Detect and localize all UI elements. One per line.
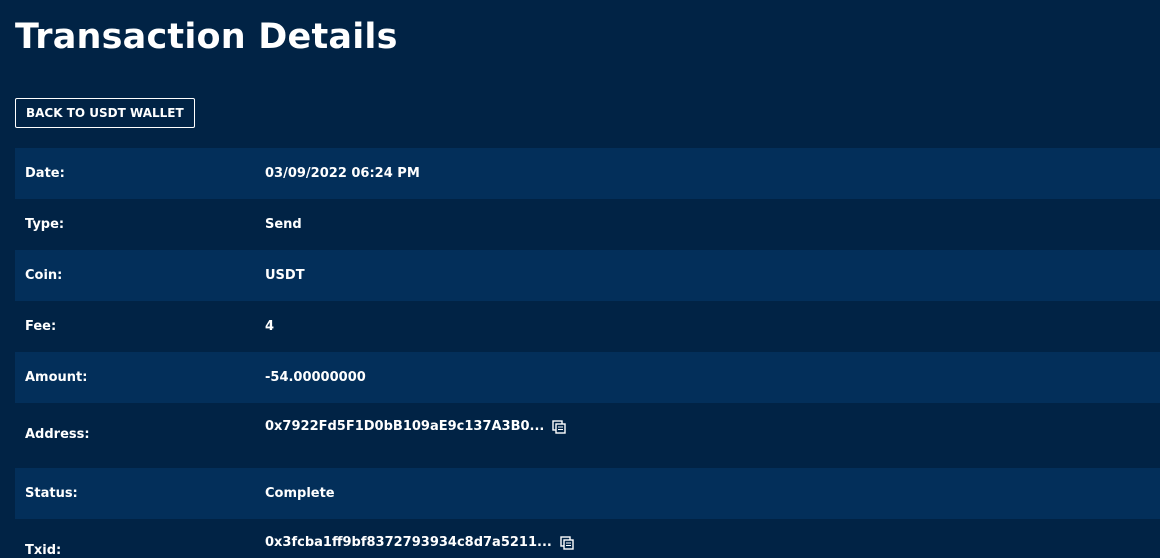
status-label: Status: bbox=[25, 486, 78, 501]
detail-row-status: Status: Complete bbox=[15, 468, 1160, 519]
amount-label: Amount: bbox=[25, 370, 88, 385]
transaction-details-page: Transaction Details BACK TO USDT WALLET … bbox=[0, 0, 1160, 558]
date-value: 03/09/2022 06:24 PM bbox=[265, 166, 420, 181]
copy-icon[interactable] bbox=[552, 419, 567, 434]
detail-row-amount: Amount: -54.00000000 bbox=[15, 352, 1160, 403]
coin-value: USDT bbox=[265, 268, 305, 283]
type-label: Type: bbox=[25, 217, 65, 232]
txid-value-wrap: 0x3fcba1ff9bf8372793934c8d7a5211... bbox=[265, 535, 574, 550]
detail-row-coin: Coin: USDT bbox=[15, 250, 1160, 301]
detail-row-txid: Txid: 0x3fcba1ff9bf8372793934c8d7a5211..… bbox=[15, 519, 1160, 558]
transaction-details-table: Date: 03/09/2022 06:24 PM Type: Send Coi… bbox=[15, 148, 1160, 558]
detail-row-address: Address: 0x7922Fd5F1D0bB109aE9c137A3B0..… bbox=[15, 403, 1160, 468]
date-label: Date: bbox=[25, 166, 65, 181]
page-title: Transaction Details bbox=[15, 17, 398, 57]
back-to-wallet-button[interactable]: BACK TO USDT WALLET bbox=[15, 98, 195, 128]
address-value-wrap: 0x7922Fd5F1D0bB109aE9c137A3B0... bbox=[265, 419, 567, 434]
txid-label: Txid: bbox=[25, 543, 62, 558]
fee-value: 4 bbox=[265, 319, 275, 334]
amount-value: -54.00000000 bbox=[265, 370, 366, 385]
fee-label: Fee: bbox=[25, 319, 57, 334]
coin-label: Coin: bbox=[25, 268, 63, 283]
txid-value: 0x3fcba1ff9bf8372793934c8d7a5211... bbox=[265, 535, 552, 550]
address-label: Address: bbox=[25, 427, 90, 442]
status-value: Complete bbox=[265, 486, 335, 501]
detail-row-type: Type: Send bbox=[15, 199, 1160, 250]
copy-icon[interactable] bbox=[560, 535, 574, 550]
detail-row-date: Date: 03/09/2022 06:24 PM bbox=[15, 148, 1160, 199]
address-value: 0x7922Fd5F1D0bB109aE9c137A3B0... bbox=[265, 419, 545, 434]
type-value: Send bbox=[265, 217, 302, 232]
detail-row-fee: Fee: 4 bbox=[15, 301, 1160, 352]
